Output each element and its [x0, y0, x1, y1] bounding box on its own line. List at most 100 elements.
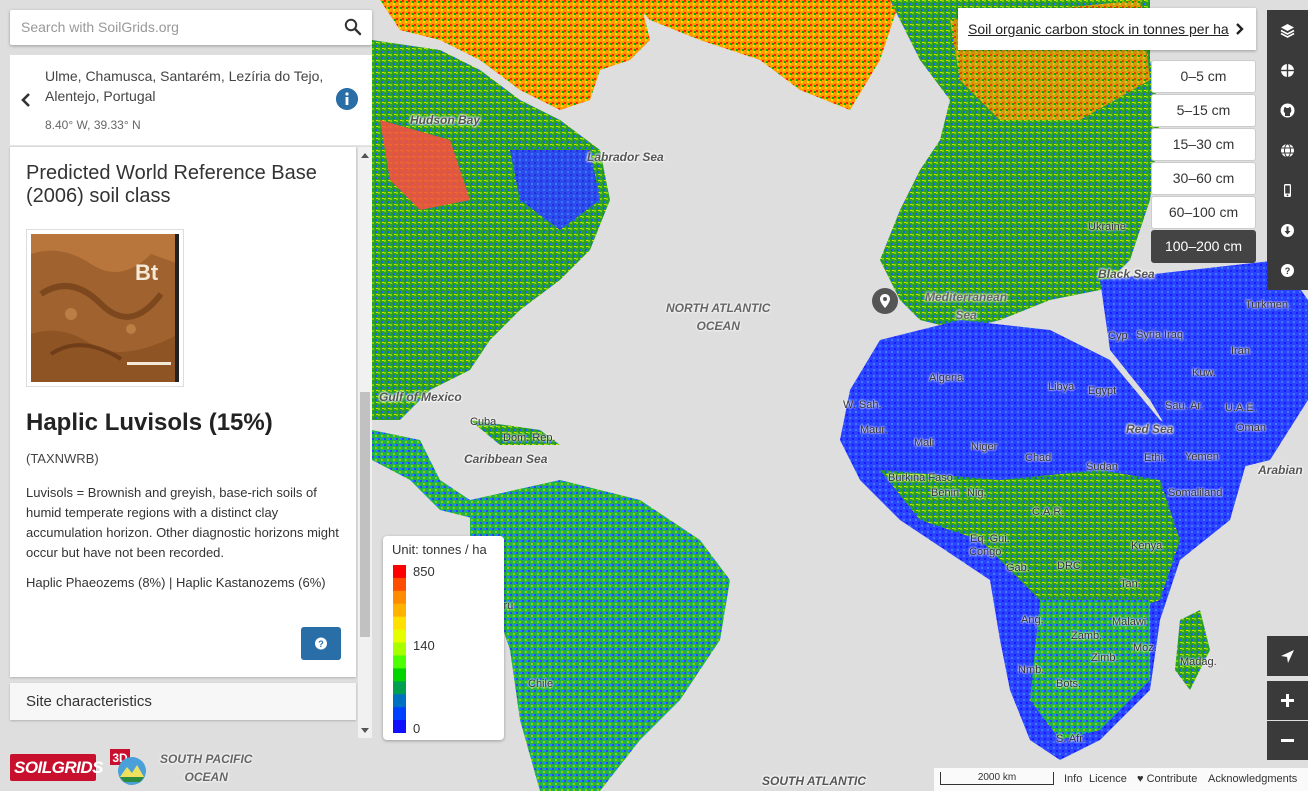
country-label: Nig. — [967, 487, 987, 499]
location-pin-icon[interactable] — [871, 287, 899, 317]
country-label: Somaliland — [1168, 487, 1223, 499]
scroll-thumb[interactable] — [360, 392, 370, 637]
country-label: U.A.E. — [1225, 402, 1257, 414]
search-icon[interactable] — [344, 18, 362, 36]
other-soil-classes: Haplic Phaeozems (8%) | Haplic Kastanoze… — [26, 575, 326, 590]
help-button[interactable]: ? — [301, 627, 341, 660]
legend-color-step — [393, 577, 406, 592]
location-coordinates: 8.40° W, 39.33° N — [45, 118, 141, 132]
layers-button[interactable] — [1267, 10, 1308, 50]
country-label: Cuba — [470, 416, 497, 428]
acknowledgments-link[interactable]: Acknowledgments — [1208, 773, 1297, 785]
country-label: Kenya — [1131, 540, 1163, 552]
soil-class-card: Predicted World Reference Base (2006) so… — [10, 147, 356, 677]
scroll-down-icon[interactable] — [361, 728, 369, 733]
info-icon[interactable] — [336, 88, 358, 110]
country-label: Benin — [931, 487, 960, 499]
panel-scroll-area[interactable]: Predicted World Reference Base (2006) so… — [10, 147, 372, 738]
legend-color-step — [393, 629, 406, 644]
map-label-labrador-sea: Labrador Sea — [587, 150, 664, 164]
map-label-red-sea: Red Sea — [1126, 422, 1174, 436]
3d-logo[interactable]: 3D — [110, 749, 148, 787]
depth-button-60-100[interactable]: 60–100 cm — [1151, 196, 1256, 229]
chevron-right-icon[interactable] — [1235, 22, 1244, 36]
svg-text:?: ? — [1285, 266, 1291, 276]
legend-color-step — [393, 616, 406, 631]
legend-title: Unit: tonnes / ha — [392, 542, 487, 557]
country-label: Oman — [1236, 422, 1266, 434]
layer-title[interactable]: Soil organic carbon stock in tonnes per … — [968, 21, 1229, 37]
legend-color-step — [393, 707, 406, 721]
ocean-label-line: Sea — [955, 308, 977, 322]
country-label: Bots. — [1056, 678, 1082, 690]
panel-scrollbar[interactable] — [358, 147, 372, 738]
country-label: Turkmen. — [1245, 299, 1292, 311]
country-label: W. Sah. — [843, 399, 882, 411]
graticule-button[interactable] — [1267, 50, 1308, 90]
legend-color-step — [393, 590, 406, 605]
site-characteristics-section[interactable]: Site characteristics — [10, 683, 356, 720]
globe-button[interactable] — [1267, 130, 1308, 170]
depth-button-15-30[interactable]: 15–30 cm — [1151, 128, 1256, 161]
map-label-south-atlantic: SOUTH ATLANTIC — [762, 774, 866, 788]
mobile-icon — [1284, 184, 1291, 197]
github-button[interactable] — [1267, 90, 1308, 130]
help-toolbar-button[interactable]: ? — [1267, 250, 1308, 290]
location-header: Ulme, Chamusca, Santarém, Lezíria do Tej… — [10, 55, 372, 146]
depth-button-5-15[interactable]: 5–15 cm — [1151, 94, 1256, 127]
legend-color-step — [393, 668, 406, 682]
licence-link[interactable]: Licence — [1089, 773, 1127, 785]
info-link[interactable]: Info — [1064, 773, 1082, 785]
ocean-label-line: Mediterranean — [925, 290, 1008, 304]
side-panel: Ulme, Chamusca, Santarém, Lezíria do Tej… — [10, 55, 372, 740]
map-label-north-atlantic: NORTH ATLANTIC OCEAN — [666, 299, 770, 335]
country-label: Libya — [1048, 381, 1075, 393]
country-label: Ethi. — [1144, 452, 1167, 464]
map-label-hudson-bay: Hudson Bay — [410, 113, 481, 127]
zoom-out-button[interactable] — [1267, 721, 1308, 760]
ocean-label-line: OCEAN — [696, 319, 740, 333]
country-label: Sudan — [1086, 461, 1118, 473]
right-toolbar: ? — [1267, 10, 1308, 290]
country-label: Ukraine — [1088, 221, 1126, 233]
contribute-link[interactable]: ♥ Contribute — [1137, 773, 1197, 785]
card-title: Predicted World Reference Base (2006) so… — [26, 162, 317, 207]
country-label: DRC — [1057, 560, 1081, 572]
country-label: Moz. — [1133, 642, 1157, 654]
site-characteristics-label: Site characteristics — [26, 693, 152, 710]
globe-icon — [1281, 143, 1294, 158]
country-label: Chad — [1025, 452, 1052, 464]
country-label: Cyp. — [1108, 330, 1131, 342]
depth-button-30-60[interactable]: 30–60 cm — [1151, 162, 1256, 195]
map-legend: Unit: tonnes / ha 850 140 0 — [383, 536, 504, 740]
locate-button[interactable] — [1267, 636, 1308, 676]
soilgrids-logo-text: SOILGRIDS — [14, 758, 104, 777]
country-label: Zimb. — [1091, 652, 1119, 664]
soilgrids-logo[interactable]: SOILGRIDS — [10, 754, 104, 781]
layer-selector[interactable]: Soil organic carbon stock in tonnes per … — [958, 8, 1256, 50]
back-chevron-icon[interactable] — [19, 91, 33, 109]
depth-button-0-5[interactable]: 0–5 cm — [1151, 60, 1256, 93]
country-label: Maur. — [860, 424, 888, 436]
map-label-caribbean: Caribbean Sea — [464, 452, 548, 466]
soil-profile-photo: Bt — [31, 234, 179, 382]
scroll-up-icon[interactable] — [361, 153, 369, 158]
map-label-mediterranean: Mediterranean Sea — [925, 288, 1007, 324]
country-label: Dom. Rep. — [503, 432, 556, 444]
zoom-in-button[interactable] — [1267, 681, 1308, 720]
country-label: Kuw. — [1192, 367, 1216, 379]
search-input[interactable] — [19, 18, 333, 36]
legend-color-step — [393, 565, 406, 579]
country-label: Iraq — [1164, 329, 1183, 341]
mobile-button[interactable] — [1267, 170, 1308, 210]
country-label: Egypt — [1088, 385, 1117, 397]
depth-button-100-200[interactable]: 100–200 cm — [1151, 230, 1256, 263]
country-label: Sau. Ar. — [1165, 400, 1204, 412]
country-label: S. Afr. — [1056, 733, 1086, 745]
plus-icon — [1281, 694, 1294, 707]
download-icon — [1281, 224, 1294, 237]
country-label: Chile — [528, 678, 554, 690]
country-label: Madag. — [1180, 656, 1217, 668]
country-label: Eq. Gui. — [970, 533, 1010, 545]
download-button[interactable] — [1267, 210, 1308, 250]
